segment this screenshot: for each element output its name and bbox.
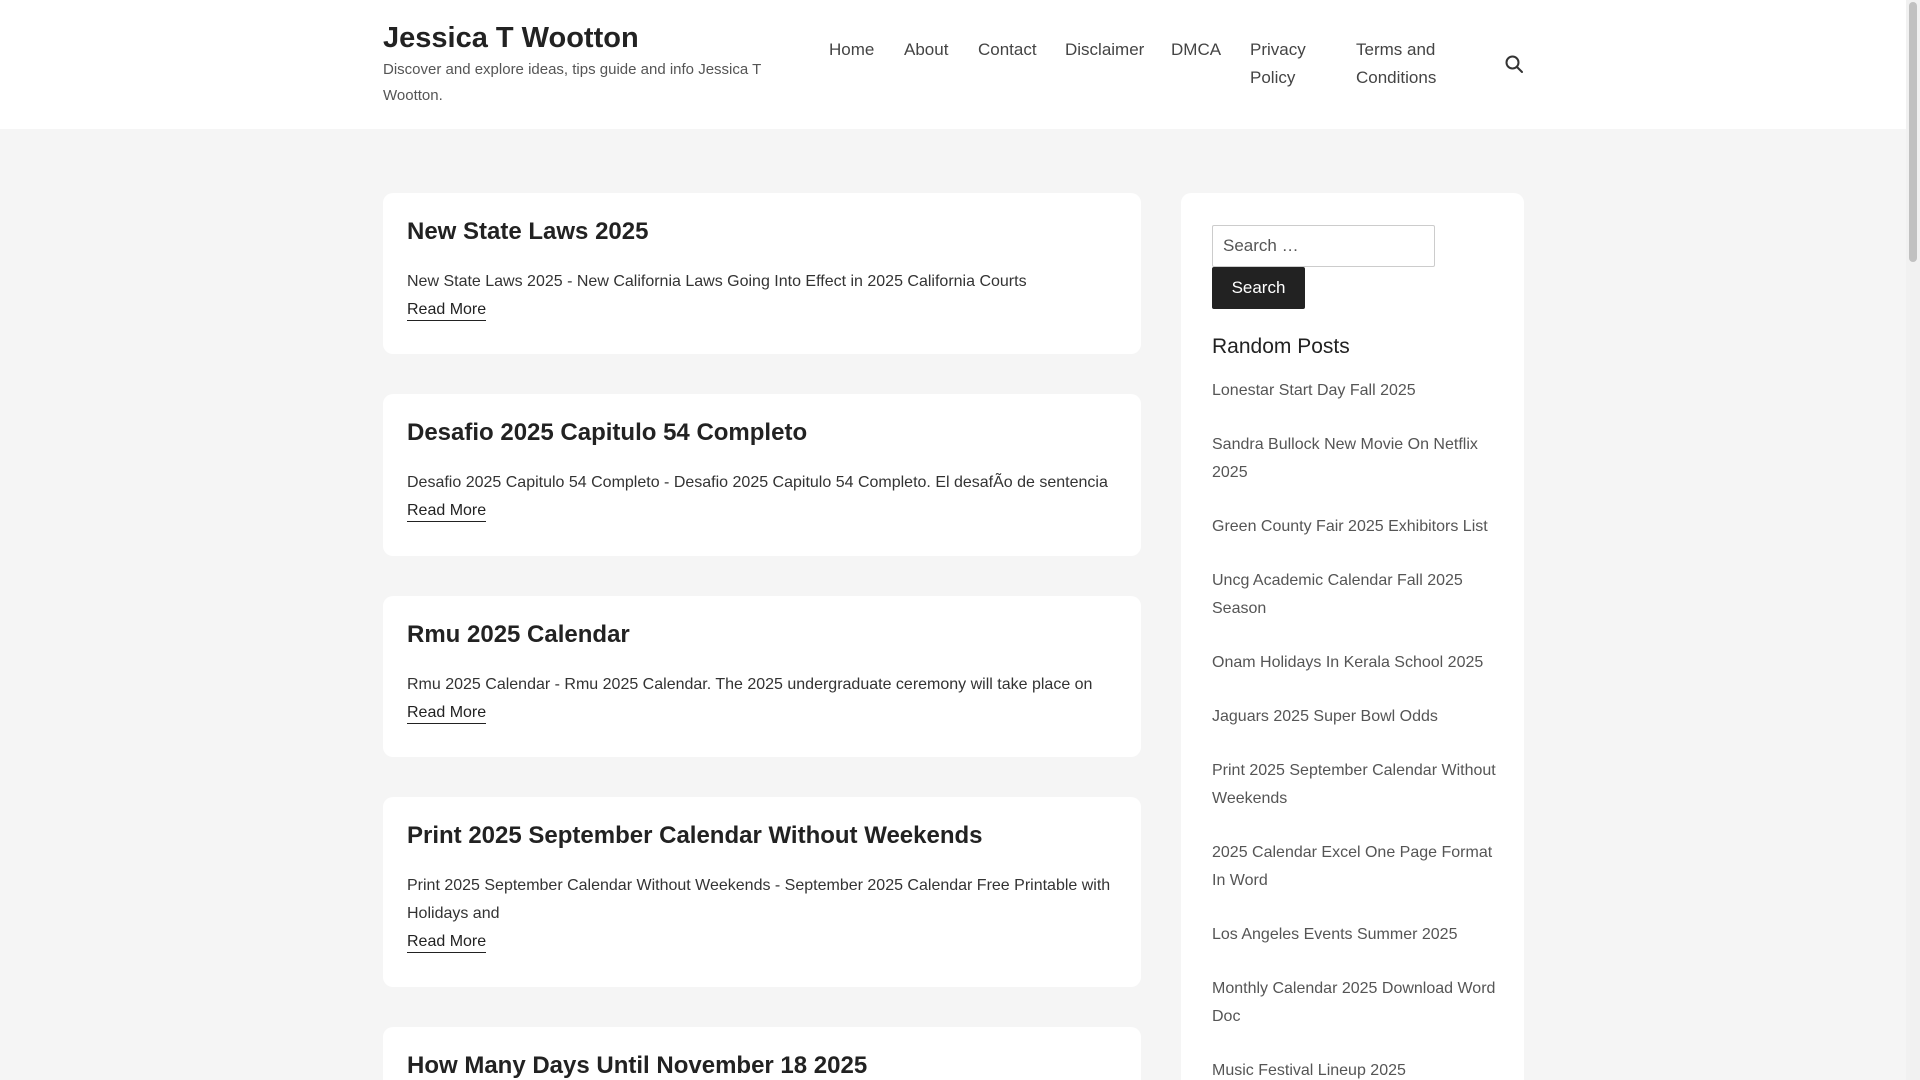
post-card: Rmu 2025 Calendar Rmu 2025 Calendar - Rm… [383, 596, 1141, 757]
nav-terms-and-conditions[interactable]: Terms and Conditions [1356, 36, 1461, 92]
nav-home[interactable]: Home [829, 36, 874, 64]
nav-dmca[interactable]: DMCA [1171, 36, 1221, 64]
random-posts-list: Lonestar Start Day Fall 2025 Sandra Bull… [1212, 377, 1502, 1080]
post-title[interactable]: How Many Days Until November 18 2025 [407, 1049, 1117, 1080]
site-header: Jessica T Wootton Discover and explore i… [0, 0, 1906, 129]
nav-about[interactable]: About [904, 36, 948, 64]
post-card: New State Laws 2025 New State Laws 2025 … [383, 193, 1141, 354]
read-more-link[interactable]: Read More [407, 501, 487, 522]
list-item: Music Festival Lineup 2025 [1212, 1057, 1502, 1080]
random-post-link[interactable]: Print 2025 September Calendar Without We… [1212, 757, 1502, 813]
random-post-link[interactable]: Green County Fair 2025 Exhibitors List [1212, 513, 1502, 541]
search-input[interactable] [1212, 225, 1435, 267]
read-more-link[interactable]: Read More [407, 932, 487, 953]
post-title[interactable]: Rmu 2025 Calendar [407, 618, 1117, 652]
random-post-link[interactable]: Music Festival Lineup 2025 [1212, 1057, 1502, 1080]
search-button[interactable]: Search [1212, 267, 1305, 309]
post-excerpt: Print 2025 September Calendar Without We… [407, 877, 1111, 922]
page-scrollbar[interactable] [1906, 0, 1920, 1080]
post-title[interactable]: New State Laws 2025 [407, 215, 1117, 249]
read-more-link[interactable]: Read More [407, 703, 487, 724]
post-card: How Many Days Until November 18 2025 [383, 1027, 1141, 1080]
site-branding: Jessica T Wootton Discover and explore i… [383, 20, 783, 109]
search-icon [1505, 55, 1523, 73]
nav-contact[interactable]: Contact [978, 36, 1037, 64]
post-card: Print 2025 September Calendar Without We… [383, 797, 1141, 987]
list-item: 2025 Calendar Excel One Page Format In W… [1212, 839, 1502, 895]
list-item: Uncg Academic Calendar Fall 2025 Season [1212, 567, 1502, 623]
list-item: Los Angeles Events Summer 2025 [1212, 921, 1502, 949]
random-post-link[interactable]: Uncg Academic Calendar Fall 2025 Season [1212, 567, 1502, 623]
sidebar: Search Random Posts Lonestar Start Day F… [1181, 193, 1524, 1080]
random-post-link[interactable]: Onam Holidays In Kerala School 2025 [1212, 649, 1502, 677]
list-item: Green County Fair 2025 Exhibitors List [1212, 513, 1502, 541]
site-title[interactable]: Jessica T Wootton [383, 20, 783, 56]
list-item: Print 2025 September Calendar Without We… [1212, 757, 1502, 813]
list-item: Onam Holidays In Kerala School 2025 [1212, 649, 1502, 677]
random-post-link[interactable]: 2025 Calendar Excel One Page Format In W… [1212, 839, 1502, 895]
list-item: Sandra Bullock New Movie On Netflix 2025 [1212, 431, 1502, 487]
post-title[interactable]: Desafio 2025 Capitulo 54 Completo [407, 416, 1117, 450]
site-tagline: Discover and explore ideas, tips guide a… [383, 61, 761, 104]
post-card: Desafio 2025 Capitulo 54 Completo Desafi… [383, 394, 1141, 556]
post-excerpt: Desafio 2025 Capitulo 54 Completo - Desa… [407, 474, 1108, 491]
post-excerpt: Rmu 2025 Calendar - Rmu 2025 Calendar. T… [407, 676, 1093, 693]
random-post-link[interactable]: Los Angeles Events Summer 2025 [1212, 921, 1502, 949]
random-post-link[interactable]: Jaguars 2025 Super Bowl Odds [1212, 703, 1502, 731]
nav-privacy-policy[interactable]: Privacy Policy [1250, 36, 1336, 92]
random-post-link[interactable]: Lonestar Start Day Fall 2025 [1212, 377, 1502, 405]
random-posts-title: Random Posts [1212, 335, 1350, 358]
list-item: Lonestar Start Day Fall 2025 [1212, 377, 1502, 405]
random-post-link[interactable]: Monthly Calendar 2025 Download Word Doc [1212, 975, 1502, 1031]
nav-disclaimer[interactable]: Disclaimer [1065, 36, 1144, 64]
scrollbar-thumb[interactable] [1909, 2, 1917, 262]
post-title[interactable]: Print 2025 September Calendar Without We… [407, 819, 1117, 853]
read-more-link[interactable]: Read More [407, 300, 487, 321]
post-excerpt: New State Laws 2025 - New California Law… [407, 273, 1027, 290]
list-item: Monthly Calendar 2025 Download Word Doc [1212, 975, 1502, 1031]
search-toggle-button[interactable] [1503, 53, 1525, 75]
list-item: Jaguars 2025 Super Bowl Odds [1212, 703, 1502, 731]
random-post-link[interactable]: Sandra Bullock New Movie On Netflix 2025 [1212, 431, 1502, 487]
